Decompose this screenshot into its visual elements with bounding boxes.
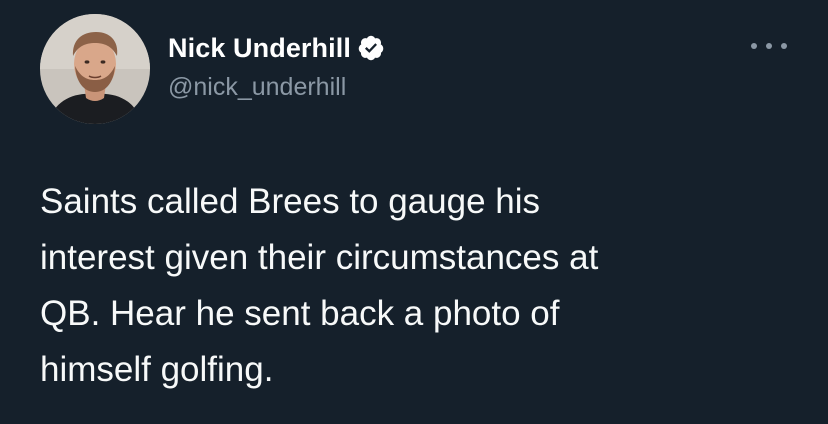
profile-photo-icon	[40, 14, 150, 124]
display-name[interactable]: Nick Underhill	[168, 33, 351, 64]
tweet-text-line: Saints called Brees to gauge his	[40, 182, 541, 221]
more-dot-icon	[781, 43, 787, 49]
verified-badge-icon	[357, 34, 385, 62]
tweet-text-line: himself golfing.	[40, 350, 274, 389]
avatar[interactable]	[40, 14, 150, 124]
more-dot-icon	[751, 43, 757, 49]
tweet-text-line: QB. Hear he sent back a photo of	[40, 294, 560, 333]
author-handle[interactable]: @nick_underhill	[168, 73, 346, 102]
more-dot-icon	[766, 43, 772, 49]
more-options-button[interactable]	[751, 36, 787, 56]
tweet-text-line: interest given their circumstances at	[40, 238, 599, 277]
tweet-text: Saints called Brees to gauge his interes…	[40, 174, 800, 398]
author-name-row[interactable]: Nick Underhill	[168, 31, 385, 65]
tweet-card: Nick Underhill @nick_underhill Saints ca…	[0, 0, 828, 424]
